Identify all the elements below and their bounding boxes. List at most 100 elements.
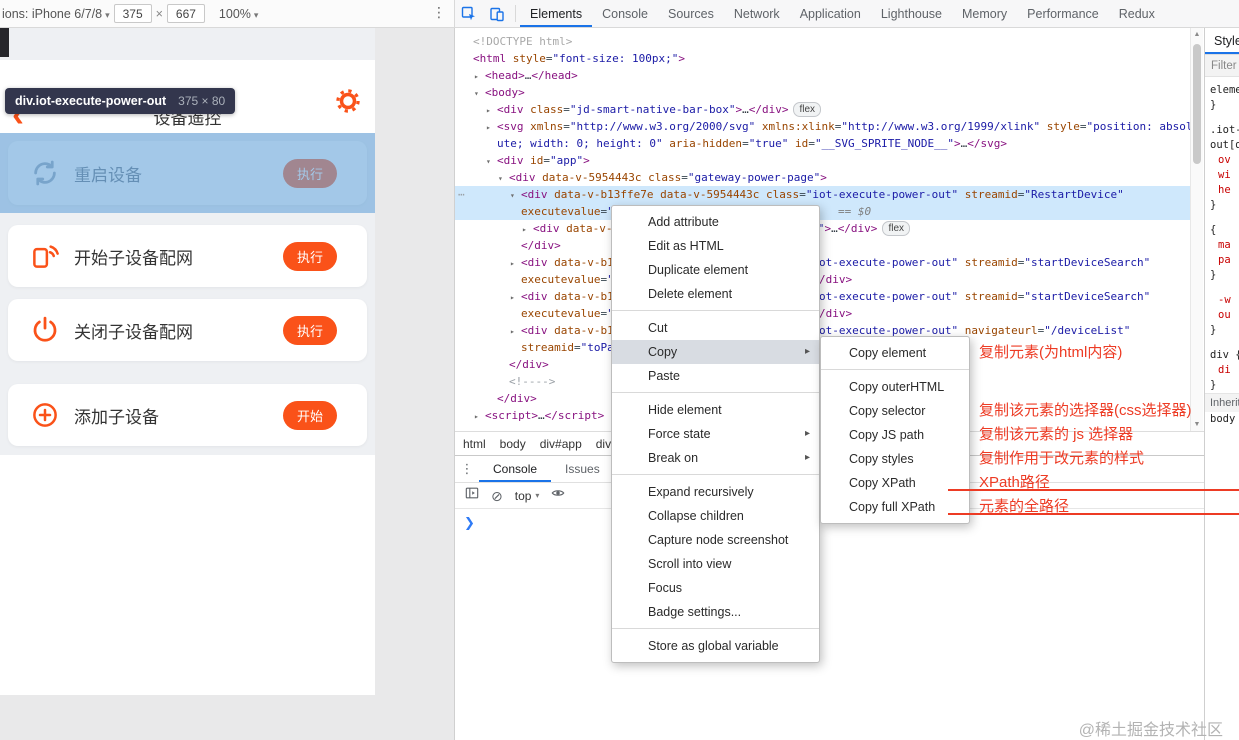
tab-console[interactable]: Console — [592, 0, 658, 27]
device-preset-select[interactable]: ions: iPhone 6/7/8 ▾ — [2, 7, 110, 21]
elements-scrollbar[interactable]: ▲ ▼ — [1190, 28, 1203, 431]
style-rule-fragment[interactable]: { — [1210, 223, 1239, 238]
menu-item-force-state[interactable]: Force state ▸ — [612, 422, 819, 446]
tab-performance[interactable]: Performance — [1017, 0, 1109, 27]
viewport-width-input[interactable] — [113, 4, 152, 23]
breadcrumb-item[interactable]: html — [463, 437, 486, 451]
code-line[interactable]: <html style="font-size: 100px;"> — [455, 50, 1190, 67]
tab-elements[interactable]: Elements — [520, 0, 592, 27]
menu-item-delete-element[interactable]: Delete element — [612, 282, 819, 306]
menu-item-edit-as-html[interactable]: Edit as HTML — [612, 234, 819, 258]
menu-item-collapse-children[interactable]: Collapse children — [612, 504, 819, 528]
toggle-device-toolbar-icon[interactable] — [483, 0, 511, 27]
tab-styles[interactable]: Styles — [1205, 28, 1239, 55]
twisty-icon[interactable]: ▸ — [486, 102, 497, 119]
twisty-icon[interactable]: ▾ — [474, 85, 485, 102]
tab-application[interactable]: Application — [790, 0, 871, 27]
code-line[interactable]: executevalue="{ deviceSearchTime: 25500 … — [455, 271, 1190, 288]
style-rule-fragment[interactable]: } — [1210, 378, 1239, 393]
twisty-icon[interactable]: ▸ — [510, 323, 521, 340]
code-line[interactable]: ▸ <div class="jd-smart-native-bar-box">…<… — [455, 101, 1190, 118]
breadcrumb-item[interactable]: body — [500, 437, 526, 451]
style-rule-fragment[interactable]: } — [1210, 323, 1239, 338]
code-line[interactable]: executevalue="1">== $0 — [455, 203, 1190, 220]
code-line[interactable]: ▸<div data-v-b13ffe7e class="execute-con… — [455, 220, 1190, 237]
settings-gear-icon[interactable] — [335, 88, 361, 114]
tab-lighthouse[interactable]: Lighthouse — [871, 0, 952, 27]
menu-item-copy-styles[interactable]: Copy styles 复制作用于改元素的样式 — [821, 447, 1144, 471]
execute-button[interactable]: 执行 — [283, 315, 337, 345]
style-rule-fragment[interactable]: } — [1210, 198, 1239, 213]
tab-redux[interactable]: Redux — [1109, 0, 1165, 27]
list-item-add-subdevice[interactable]: 添加子设备 开始 — [8, 384, 367, 446]
style-rule-fragment[interactable]: Inherited — [1205, 393, 1239, 412]
start-button[interactable]: 开始 — [283, 400, 337, 430]
style-rule-fragment[interactable]: ou — [1210, 308, 1239, 323]
menu-item-copy-js-path[interactable]: Copy JS path 复制该元素的 js 选择器 — [821, 423, 1133, 447]
twisty-icon[interactable]: ▾ — [486, 153, 497, 170]
code-line[interactable]: ▸<div data-v-b13ffe7e data-v-5954443c cl… — [455, 288, 1190, 305]
style-rule-fragment[interactable]: -w — [1210, 293, 1239, 308]
twisty-icon[interactable]: ▸ — [486, 119, 497, 136]
menu-item-break-on[interactable]: Break on ▸ — [612, 446, 819, 470]
code-line[interactable]: ▾ <div id="app"> — [455, 152, 1190, 169]
tab-issues[interactable]: Issues — [551, 456, 614, 482]
style-rule-fragment[interactable]: eleme — [1210, 83, 1239, 98]
code-line[interactable]: ▸ <head>…</head> — [455, 67, 1190, 84]
style-rule-fragment[interactable] — [1210, 213, 1239, 223]
scrollbar-thumb[interactable] — [1193, 44, 1201, 164]
menu-item-copy-full-xpath[interactable]: Copy full XPath 元素的全路径 — [821, 495, 1069, 519]
overflow-menu-icon[interactable]: ⋯ — [458, 186, 465, 203]
list-item-stop-pairing[interactable]: 关闭子设备配网 执行 — [8, 299, 367, 361]
drawer-menu-icon[interactable]: ⋮ — [455, 461, 479, 477]
code-line[interactable]: ▸<div data-v-b13ffe7e data-v-5954443c cl… — [455, 254, 1190, 271]
code-line[interactable]: ▸ <svg xmlns="http://www.w3.org/2000/svg"… — [455, 118, 1190, 135]
menu-item-cut[interactable]: Cut — [612, 316, 819, 340]
tab-sources[interactable]: Sources — [658, 0, 724, 27]
menu-item-copy-selector[interactable]: Copy selector 复制该元素的选择器(css选择器) — [821, 399, 1192, 423]
style-rule-fragment[interactable]: ma — [1210, 238, 1239, 253]
twisty-icon[interactable]: ▸ — [474, 408, 485, 425]
twisty-icon[interactable]: ▸ — [510, 289, 521, 306]
style-rule-fragment[interactable]: div { — [1210, 348, 1239, 363]
menu-item-store-as-global-variable[interactable]: Store as global variable — [612, 634, 819, 658]
code-line[interactable]: </div> — [455, 237, 1190, 254]
code-line[interactable]: ute; width: 0; height: 0" aria-hidden="t… — [455, 135, 1190, 152]
clear-console-icon[interactable]: ⊘ — [491, 489, 503, 503]
tab-network[interactable]: Network — [724, 0, 790, 27]
styles-filter-input[interactable]: Filter — [1205, 55, 1239, 77]
twisty-icon[interactable]: ▸ — [474, 68, 485, 85]
style-rule-fragment[interactable]: } — [1210, 268, 1239, 283]
menu-item-add-attribute[interactable]: Add attribute — [612, 210, 819, 234]
scroll-up-icon[interactable]: ▲ — [1191, 31, 1203, 38]
code-line[interactable]: ⋯ ▾ <div data-v-b13ffe7e data-v-5954443c c… — [455, 186, 1190, 203]
console-sidebar-icon[interactable] — [465, 486, 479, 505]
menu-item-scroll-into-view[interactable]: Scroll into view — [612, 552, 819, 576]
menu-item-copy-xpath[interactable]: Copy XPath XPath路径 — [821, 471, 1050, 495]
context-select[interactable]: top ▾ — [515, 489, 540, 503]
twisty-icon[interactable]: ▸ — [510, 255, 521, 272]
zoom-select[interactable]: 100% ▾ — [219, 7, 259, 21]
style-rule-fragment[interactable]: } — [1210, 98, 1239, 113]
menu-item-focus[interactable]: Focus — [612, 576, 819, 600]
twisty-icon[interactable]: ▾ — [510, 187, 521, 204]
menu-item-capture-node-screenshot[interactable]: Capture node screenshot — [612, 528, 819, 552]
menu-item-expand-recursively[interactable]: Expand recursively — [612, 480, 819, 504]
list-item-start-pairing[interactable]: 开始子设备配网 执行 — [8, 225, 367, 287]
style-rule-fragment[interactable] — [1210, 283, 1239, 293]
style-rule-fragment[interactable]: body — [1210, 412, 1239, 427]
live-expression-eye-icon[interactable] — [551, 486, 565, 505]
breadcrumb-item[interactable]: div#app — [540, 437, 582, 451]
device-toolbar-menu-icon[interactable]: ⋮ — [432, 4, 446, 21]
twisty-icon[interactable]: ▸ — [522, 221, 533, 238]
menu-item-hide-element[interactable]: Hide element — [612, 398, 819, 422]
flex-badge[interactable]: flex — [882, 221, 910, 236]
flex-badge[interactable]: flex — [793, 102, 822, 117]
menu-item-paste[interactable]: Paste — [612, 364, 819, 388]
scroll-down-icon[interactable]: ▼ — [1191, 421, 1203, 428]
code-line[interactable]: executevalue="{ deviceSearchTime: 25500 … — [455, 305, 1190, 322]
style-rule-fragment[interactable]: ov — [1210, 153, 1239, 168]
execute-button[interactable]: 执行 — [283, 241, 337, 271]
menu-item-copy-outerhtml[interactable]: Copy outerHTML — [821, 375, 969, 399]
menu-item-copy-element[interactable]: Copy element 复制元素(为html内容) — [821, 341, 1122, 365]
